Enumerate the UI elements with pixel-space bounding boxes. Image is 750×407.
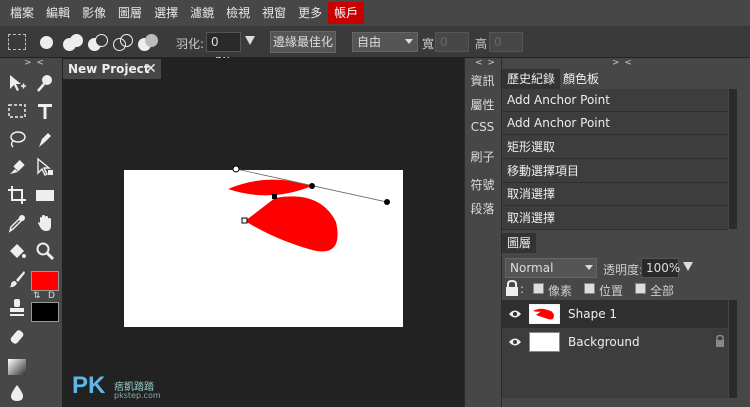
history-item[interactable]: Add Anchor Point — [502, 89, 728, 112]
opacity-dropdown-icon[interactable] — [683, 262, 693, 271]
blend-mode-value: Normal — [510, 261, 554, 275]
tab-swatches[interactable]: 顏色板 — [558, 69, 604, 89]
lock-position-checkbox[interactable] — [584, 283, 595, 294]
lock-pixels-label: 像素 — [548, 284, 573, 298]
opacity-input[interactable]: 100% — [641, 258, 680, 278]
layers-scrollbar[interactable] — [729, 300, 737, 398]
mini-panel-collapse[interactable]: < > — [475, 58, 496, 68]
history-item[interactable]: 取消選擇 — [502, 207, 728, 230]
lock-colon: : — [520, 282, 525, 296]
red-leaf-shape[interactable] — [245, 196, 338, 252]
anchor-square-top[interactable] — [272, 194, 277, 199]
handle-point-end[interactable] — [384, 199, 390, 205]
watermark: PK 痞凱踏踏 pkstep.com — [72, 372, 164, 402]
eye-icon[interactable] — [508, 309, 522, 319]
lock-position-label: 位置 — [599, 284, 624, 298]
history-item[interactable]: 移動選擇項目 — [502, 160, 728, 183]
mini-glyph[interactable]: 符號 — [464, 176, 501, 193]
anchor-point[interactable] — [309, 183, 315, 189]
layer-name-background[interactable]: Background — [568, 335, 640, 349]
handle-point-start[interactable] — [232, 165, 240, 173]
lock-icon — [506, 280, 518, 296]
lock-pixels-checkbox[interactable] — [533, 283, 544, 294]
lock-all-checkbox[interactable] — [635, 283, 646, 294]
red-half-ellipse-shape[interactable] — [228, 179, 312, 196]
layer-thumbnail-shape — [529, 304, 560, 324]
shape-layer-artwork[interactable] — [0, 0, 464, 407]
right-panel-collapse[interactable]: > < — [612, 58, 633, 68]
mini-css[interactable]: CSS — [464, 120, 501, 134]
layers-panel-title: 圖層 — [502, 233, 537, 253]
mini-paragraph[interactable]: 段落 — [464, 200, 501, 217]
history-item[interactable]: 矩形選取 — [502, 136, 728, 159]
mini-properties[interactable]: 屬性 — [464, 96, 501, 113]
anchor-square-left[interactable] — [241, 217, 248, 224]
height-label: 高 — [475, 37, 488, 51]
mini-info[interactable]: 資訊 — [464, 72, 501, 89]
lock-all-label: 全部 — [650, 284, 675, 298]
history-item[interactable]: 取消選擇 — [502, 183, 728, 206]
history-scrollbar[interactable] — [729, 89, 737, 229]
eye-icon[interactable] — [508, 337, 522, 347]
height-input[interactable]: 0 — [489, 32, 523, 52]
layer-lock-icon — [716, 335, 724, 347]
watermark-brand: PK — [72, 372, 106, 399]
opacity-label: 透明度: — [603, 263, 644, 277]
mini-brush[interactable]: 刷子 — [464, 148, 501, 165]
history-item[interactable]: Add Anchor Point — [502, 112, 728, 135]
tab-history[interactable]: 歷史紀錄 — [502, 69, 561, 89]
layer-name-shape[interactable]: Shape 1 — [568, 307, 617, 321]
blend-chevron-down-icon[interactable] — [585, 265, 593, 270]
watermark-url: pkstep.com — [114, 391, 161, 400]
blend-mode-select[interactable]: Normal — [505, 258, 597, 278]
layer-thumbnail-background — [529, 332, 560, 352]
